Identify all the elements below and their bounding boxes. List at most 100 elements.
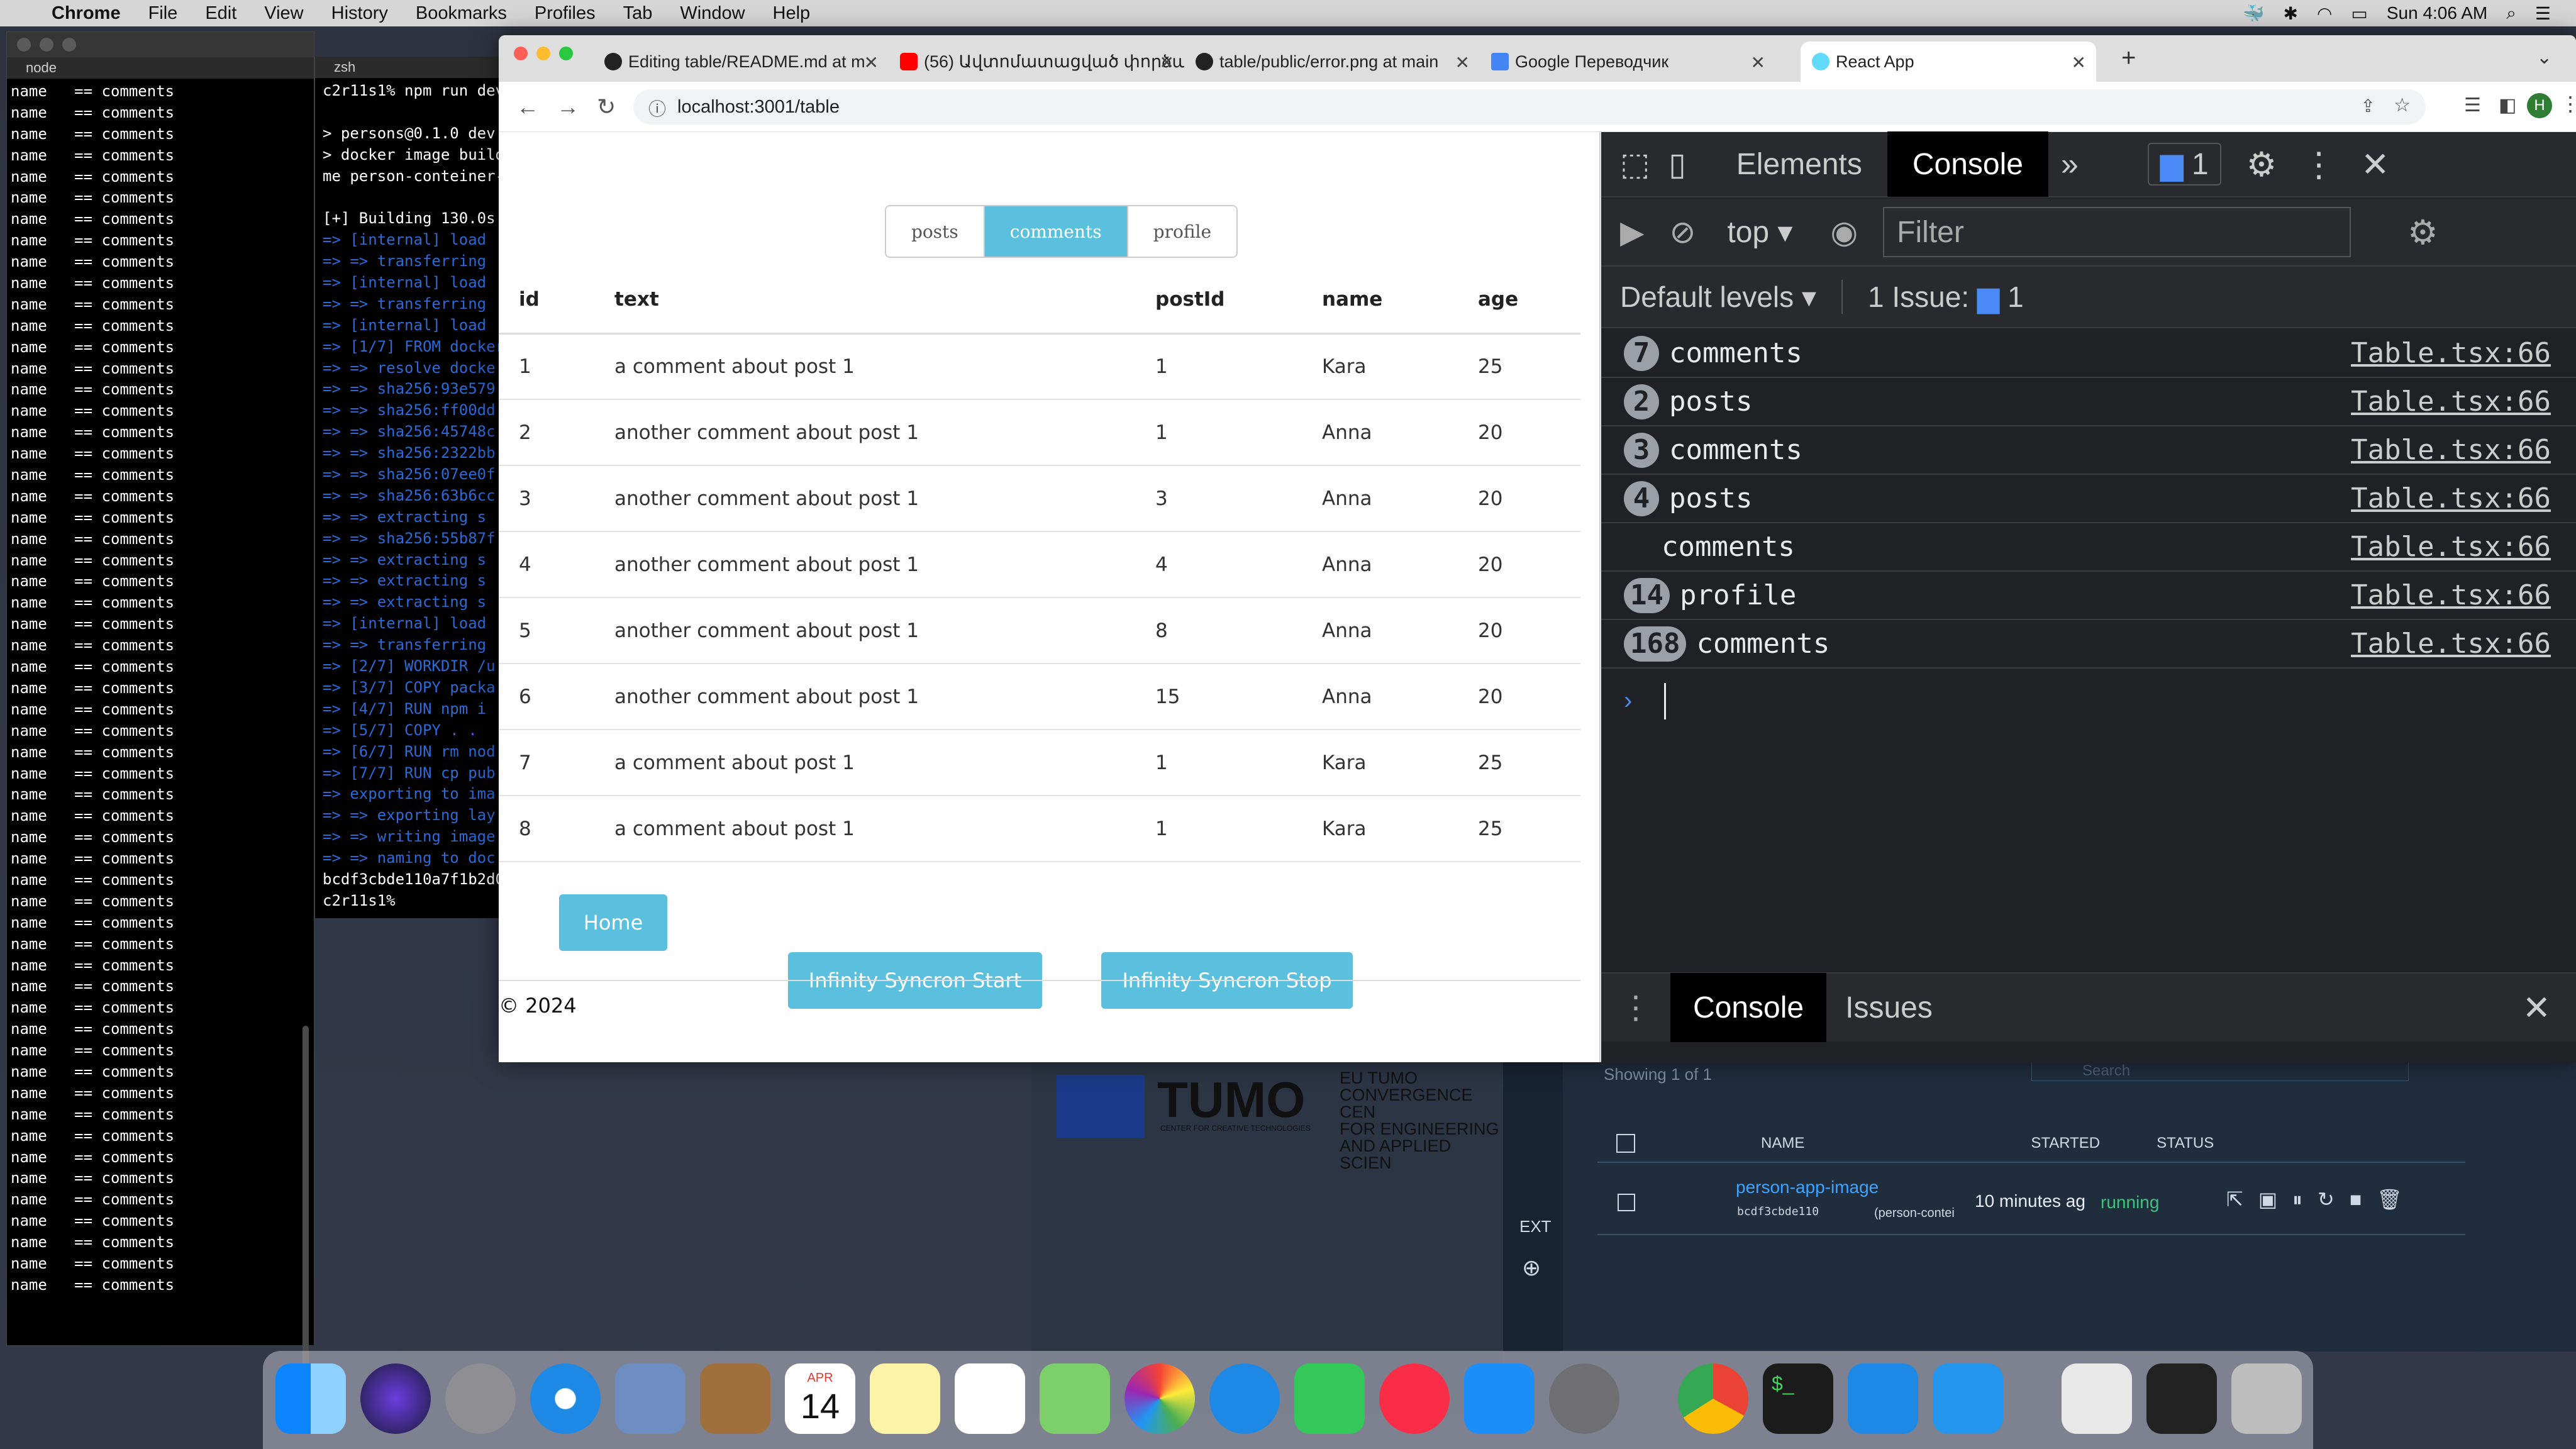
zoom-window-icon[interactable] [559,47,573,60]
reading-list-icon[interactable]: ☰ [2464,94,2481,116]
close-tab-icon[interactable]: ✕ [1455,52,1470,73]
contacts-icon[interactable] [700,1363,770,1434]
menu-edit[interactable]: Edit [205,3,236,24]
system-preferences-icon[interactable] [1549,1363,1619,1434]
chrome-menu-icon[interactable]: ⋮ [2560,92,2576,116]
vscode-icon[interactable] [1848,1363,1918,1434]
terminal-icon[interactable]: $_ [1763,1363,1833,1434]
menu-history[interactable]: History [331,3,388,24]
mail-icon[interactable] [615,1363,686,1434]
menu-view[interactable]: View [264,3,303,24]
launchpad-icon[interactable] [445,1363,516,1434]
finder-icon[interactable] [275,1363,346,1434]
inspect-element-icon[interactable]: ⬚ [1620,146,1650,182]
close-drawer-icon[interactable]: ✕ [2523,988,2551,1028]
row-checkbox[interactable] [1618,1194,1635,1211]
side-panel-icon[interactable]: ◧ [2499,94,2516,116]
drawer-menu-icon[interactable]: ⋮ [1620,989,1652,1026]
container-name-link[interactable]: person-app-image [1736,1177,1879,1197]
log-source-link[interactable]: Table.tsx:66 [2351,628,2551,660]
siri-icon[interactable] [360,1363,431,1434]
console-filter-input[interactable]: Filter [1883,207,2351,257]
browser-tab-error-png[interactable]: table/public/error.png at main ✕ [1184,42,1480,82]
photos-icon[interactable] [1124,1363,1195,1434]
close-tab-icon[interactable]: ✕ [2072,52,2086,73]
notes-icon[interactable] [870,1363,940,1434]
col-started[interactable]: STARTED [2031,1135,2100,1152]
maps-icon[interactable] [1040,1363,1110,1434]
drawer-tab-issues[interactable]: Issues [1845,991,1933,1025]
reload-icon[interactable]: ↻ [597,94,616,120]
col-name[interactable]: NAME [1761,1135,1804,1152]
close-window-icon[interactable] [514,47,528,60]
browser-tab-youtube[interactable]: (56) Ավտոմատացված փորձարկ ✕ [889,42,1184,82]
reminders-icon[interactable] [955,1363,1025,1434]
profile-avatar[interactable]: H [2527,93,2552,118]
container-actions[interactable]: ⇱▣⏸↻■🗑 [2226,1187,2418,1212]
devtools-menu-icon[interactable]: ⋮ [2302,145,2336,184]
minimize-window-icon[interactable] [40,38,53,52]
share-icon[interactable]: ⇪ [2361,96,2375,116]
console-settings-icon[interactable]: ⚙ [2407,213,2438,252]
tab-search-chevron-icon[interactable]: ⌄ [2536,47,2552,69]
browser-tab-translate[interactable]: Google Переводчик ✕ [1480,42,1775,82]
tab-posts[interactable]: posts [886,206,985,257]
devtools-tab-console[interactable]: Console [1887,131,2048,197]
menu-window[interactable]: Window [680,3,745,24]
spotlight-search-icon[interactable]: ⌕ [2506,3,2516,24]
more-tabs-icon[interactable]: » [2061,146,2079,182]
safari-icon[interactable] [530,1363,601,1434]
forward-icon[interactable]: → [557,94,579,120]
docker-search-input[interactable]: Search [2031,1062,2409,1081]
drawer-tab-console[interactable]: Console [1670,973,1827,1042]
menu-bookmarks[interactable]: Bookmarks [416,3,507,24]
menubar-clock[interactable]: Sun 4:06 AM [2387,3,2487,23]
terminal-scrollbar[interactable] [303,1026,309,1378]
docker-container-row[interactable]: person-app-image bcdf3cbde110 (person-co… [1597,1172,2465,1235]
settings-gear-icon[interactable]: ⚙ [2246,145,2277,184]
console-input-caret[interactable] [1664,683,1666,719]
chrome-icon[interactable] [1678,1363,1748,1434]
close-devtools-icon[interactable]: ✕ [2361,145,2389,184]
new-tab-button[interactable]: + [2121,44,2136,72]
docker-status-icon[interactable]: 🐳 [2243,3,2265,24]
site-info-icon[interactable]: ⓘ [648,96,666,121]
default-levels-dropdown[interactable]: Default levels ▾ [1620,280,1816,314]
terminal-window-node[interactable]: node name == comments name == comments nam… [6,31,314,1378]
calendar-icon[interactable]: APR 14 [785,1363,855,1434]
context-selector[interactable]: top ▾ [1727,214,1792,250]
close-window-icon[interactable] [17,38,31,52]
url-text[interactable]: localhost:3001/table [677,97,840,118]
wifi-icon[interactable]: ◠ [2317,3,2332,24]
home-button[interactable]: Home [559,894,667,951]
log-source-link[interactable]: Table.tsx:66 [2351,386,2551,418]
browser-tab-readme[interactable]: Editing table/README.md at m ✕ [593,42,889,82]
menu-help[interactable]: Help [773,3,811,24]
music-icon[interactable] [1379,1363,1450,1434]
terminal-pane-zsh[interactable]: zsh c2r11s1% npm run dev > persons@0.1.0 … [314,57,503,918]
select-all-checkbox[interactable] [1616,1134,1635,1153]
tab-comments[interactable]: comments [984,206,1128,257]
menu-profiles[interactable]: Profiles [535,3,596,24]
menu-file[interactable]: File [148,3,178,24]
bookmark-star-icon[interactable]: ☆ [2394,94,2411,116]
log-source-link[interactable]: Table.tsx:66 [2351,579,2551,611]
tab-profile[interactable]: profile [1128,206,1237,257]
log-source-link[interactable]: Table.tsx:66 [2351,482,2551,514]
back-icon[interactable]: ← [516,94,539,120]
terminal-tab-node[interactable]: node [7,57,314,79]
sidebar-toggle-icon[interactable]: ▶ [1620,214,1644,250]
menu-tab[interactable]: Tab [623,3,653,24]
log-source-link[interactable]: Table.tsx:66 [2351,531,2551,563]
clear-console-icon[interactable]: ⊘ [1669,214,1696,250]
terminal-tab-zsh[interactable]: zsh [315,57,503,78]
close-tab-icon[interactable]: ✕ [864,52,879,73]
log-source-link[interactable]: Table.tsx:66 [2351,337,2551,369]
col-status[interactable]: STATUS [2157,1135,2214,1152]
facetime-icon[interactable] [1294,1363,1365,1434]
html-file-icon[interactable] [2062,1363,2132,1434]
minimize-window-icon[interactable] [536,47,550,60]
log-source-link[interactable]: Table.tsx:66 [2351,434,2551,466]
recent-window-icon[interactable] [2146,1363,2217,1434]
browser-tab-react-app[interactable]: React App ✕ [1801,42,2096,82]
